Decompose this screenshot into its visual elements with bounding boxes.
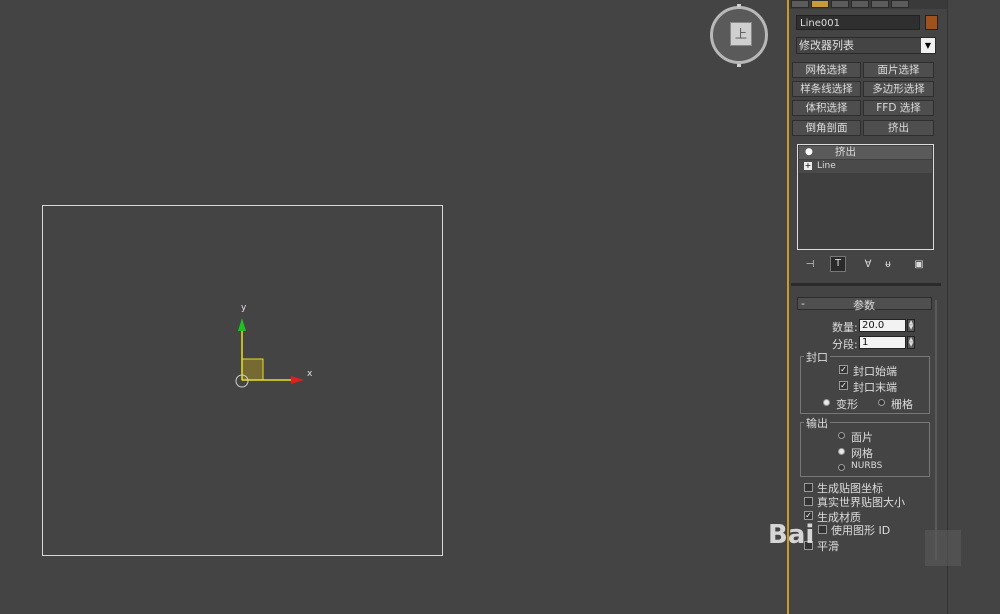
mesh-select-button[interactable]: 网格选择 [792,62,861,78]
motion-icon[interactable] [851,0,869,8]
grid-radio[interactable] [878,399,885,406]
create-icon[interactable] [791,0,809,8]
modifier-stack[interactable]: ● 挤出 + Line [797,144,934,250]
hierarchy-icon[interactable] [831,0,849,8]
command-panel-tabs [789,0,947,9]
spline-select-button[interactable]: 样条线选择 [792,81,861,97]
viewcube-compass-tick [737,64,741,67]
grid-label: 栅格 [891,398,913,411]
rollout-title: 参数 [853,299,875,312]
x-axis-arrow [291,376,304,384]
gen-map-coords-checkbox[interactable] [804,483,813,492]
object-color-swatch[interactable] [925,15,938,30]
bevel-profile-button[interactable]: 倒角剖面 [792,120,861,136]
x-axis-label: x [307,369,313,379]
morph-radio[interactable] [823,399,830,406]
output-group-title: 输出 [804,415,830,431]
show-end-result-icon[interactable]: T [830,256,846,272]
stack-item-line[interactable]: + Line [799,160,932,173]
right-panel-strip [947,0,1000,614]
viewcube-face-label: 上 [734,27,747,41]
patch-select-button[interactable]: 面片选择 [863,62,934,78]
amount-label: 数量: [832,321,858,334]
mesh-label: 网格 [851,447,873,460]
stack-item-extrude[interactable]: ● 挤出 [799,146,932,159]
capping-group-title: 封口 [804,349,830,365]
make-unique-icon[interactable]: ∀ [861,258,875,272]
cap-start-label: 封口始端 [853,365,897,378]
segments-spinner-arrows[interactable]: ▲ ▼ [907,336,915,349]
patch-radio[interactable] [838,432,845,439]
mesh-radio[interactable] [838,448,845,455]
rollout-toggle: - [801,297,805,310]
morph-label: 变形 [836,398,858,411]
ffd-select-button[interactable]: FFD 选择 [863,100,934,116]
y-axis-label: y [241,303,247,313]
modifier-list-dropdown[interactable]: 修改器列表 ▼ [796,37,936,54]
params-rollout-header[interactable]: - 参数 [797,297,932,312]
real-world-map-label: 真实世界贴图大小 [817,496,905,509]
configure-sets-icon[interactable]: ▣ [912,258,926,272]
lightbulb-icon[interactable]: ● [805,146,813,159]
y-axis-arrow [238,318,246,331]
amount-spinner-arrows[interactable]: ▲ ▼ [907,319,915,332]
remove-modifier-icon[interactable]: ᵾ [881,258,895,272]
nurbs-label: NURBS [851,461,883,471]
segments-spinner-input[interactable]: 1 [859,336,906,349]
gen-mat-ids-checkbox[interactable]: ✓ [804,511,813,520]
patch-label: 面片 [851,431,873,444]
modifier-list-label: 修改器列表 [799,39,854,52]
transform-gizmo[interactable] [225,300,325,395]
rollout-scroll-line [935,300,937,560]
segments-label: 分段: [832,338,858,351]
pin-stack-icon[interactable]: ⊣ [803,258,817,272]
real-world-map-checkbox[interactable] [804,497,813,506]
modify-icon[interactable] [811,0,829,8]
viewcube[interactable]: 上 [710,6,768,64]
baidu-watermark: Bai [768,520,815,550]
viewcube-top-face[interactable]: 上 [730,22,752,46]
poly-select-button[interactable]: 多边形选择 [863,81,934,97]
vol-select-button[interactable]: 体积选择 [792,100,861,116]
panel-separator [791,283,941,286]
nurbs-radio[interactable] [838,464,845,471]
cap-end-checkbox[interactable]: ✓ [839,381,848,390]
plus-icon[interactable]: + [804,162,812,170]
cap-start-checkbox[interactable]: ✓ [839,365,848,374]
extrude-button[interactable]: 挤出 [863,120,934,136]
utilities-icon[interactable] [891,0,909,8]
object-name-input[interactable]: Line001 [796,15,920,30]
watermark-box [925,530,961,566]
chevron-down-icon[interactable]: ▼ [921,38,935,53]
amount-spinner-input[interactable]: 20.0 [859,319,906,332]
xy-plane-handle [241,358,264,381]
stack-item-label: 挤出 [835,146,856,158]
stack-item-label: Line [817,161,836,171]
cap-end-label: 封口末端 [853,381,897,394]
display-icon[interactable] [871,0,889,8]
viewcube-compass-tick [737,4,741,7]
